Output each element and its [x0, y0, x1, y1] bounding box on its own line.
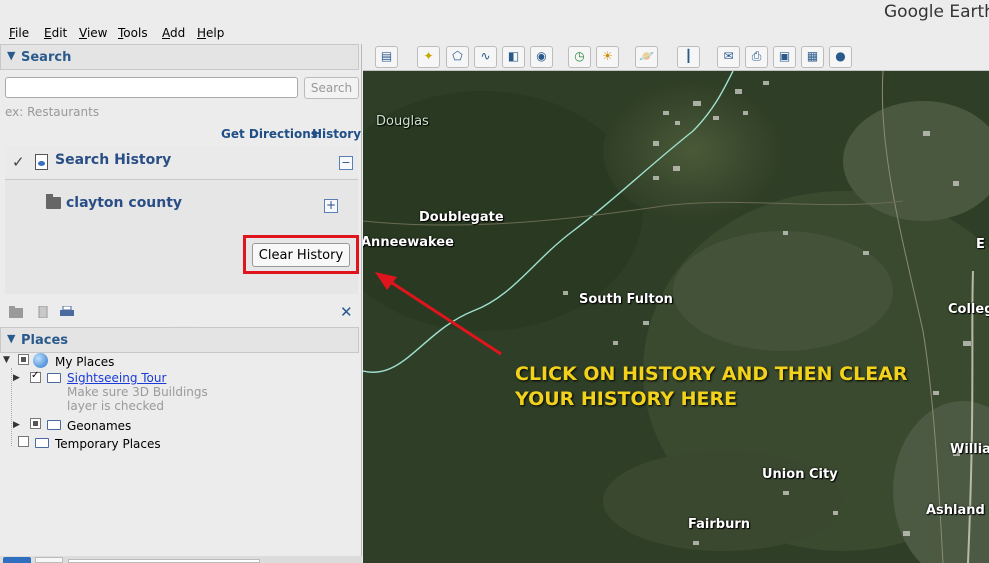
search-history-icon — [35, 154, 48, 170]
geonames-checkbox[interactable] — [30, 418, 41, 429]
annotation-line-2: YOUR HISTORY HERE — [515, 388, 738, 410]
search-input[interactable] — [5, 77, 298, 98]
search-history-title: Search History — [55, 152, 172, 168]
sightseeing-tour-checkbox[interactable] — [30, 370, 41, 383]
save-image-icon[interactable]: ▣ — [773, 46, 796, 68]
search-results-toolbar: ✕ — [0, 302, 359, 322]
main-toolbar: ▤ ✦ ⬠ ∿ ◧ ◉ ◷ ☀ 🪐 ┃ ✉ ⎙ ▣ ▦ ● — [363, 44, 989, 71]
sightseeing-note-line1: Make sure 3D Buildings — [67, 385, 208, 399]
earth-view-tab[interactable] — [3, 557, 31, 563]
folder-icon — [47, 420, 61, 430]
tree-collapsed-arrow-icon[interactable]: ▶ — [13, 420, 20, 430]
map-label-douglas: Douglas — [376, 114, 429, 129]
map-label-fairburn: Fairburn — [688, 517, 750, 532]
folder-icon — [47, 373, 61, 383]
polygon-icon[interactable]: ⬠ — [446, 46, 469, 68]
bottom-tabs-strip — [0, 556, 362, 563]
map-label-e: E — [976, 237, 985, 252]
close-icon[interactable]: ✕ — [340, 303, 353, 321]
planets-icon[interactable]: 🪐 — [635, 46, 658, 68]
image-overlay-icon[interactable]: ◧ — [502, 46, 525, 68]
map-view-tab[interactable] — [35, 557, 63, 563]
map-label-ashland-park: Ashland P — [926, 503, 989, 518]
history-link[interactable]: History — [312, 127, 361, 141]
earth-gallery-icon[interactable]: ● — [829, 46, 852, 68]
tree-collapsed-arrow-icon[interactable]: ▶ — [13, 373, 20, 383]
temporary-places-label[interactable]: Temporary Places — [55, 437, 161, 451]
collapse-minus-icon[interactable]: − — [339, 156, 353, 170]
collapse-triangle-icon[interactable]: ▼ — [7, 332, 15, 345]
sidebar-toggle-icon[interactable]: ▤ — [375, 46, 398, 68]
menu-help[interactable]: Help — [197, 26, 224, 40]
email-icon[interactable]: ✉ — [717, 46, 740, 68]
menu-file[interactable]: File — [9, 26, 29, 40]
map-label-william: Willian — [950, 442, 989, 457]
folder-icon — [46, 194, 61, 209]
places-panel-title: Places — [21, 333, 69, 348]
clear-history-button[interactable]: Clear History — [252, 243, 350, 267]
menu-tools[interactable]: Tools — [118, 26, 148, 40]
annotation-line-1: CLICK ON HISTORY AND THEN CLEAR — [515, 363, 908, 385]
checkmark-icon[interactable]: ✓ — [12, 153, 25, 171]
tree-expand-arrow-icon[interactable]: ▼ — [3, 355, 10, 365]
search-panel-header[interactable]: ▼ Search — [0, 44, 359, 70]
ruler-icon[interactable]: ┃ — [677, 46, 700, 68]
my-places-checkbox[interactable] — [18, 354, 29, 365]
collapse-triangle-icon[interactable]: ▼ — [7, 49, 15, 62]
layer-search-field[interactable] — [68, 559, 260, 563]
expand-plus-icon[interactable]: + — [324, 199, 338, 213]
menu-edit[interactable]: Edit — [44, 26, 67, 40]
tree-guide-line — [11, 368, 12, 446]
history-item-clayton-county[interactable]: clayton county — [66, 195, 182, 211]
sunlight-icon[interactable]: ☀ — [596, 46, 619, 68]
menu-view[interactable]: View — [79, 26, 107, 40]
copy-icon[interactable] — [36, 306, 50, 318]
map-label-doublegate: Doublegate — [419, 210, 504, 225]
search-panel-title: Search — [21, 50, 72, 65]
my-places-label[interactable]: My Places — [55, 355, 114, 369]
geonames-label[interactable]: Geonames — [67, 419, 131, 433]
places-panel-header[interactable]: ▼ Places — [0, 327, 359, 353]
left-sidebar: ▼ Search Search ex: Restaurants Get Dire… — [0, 44, 362, 563]
search-hint: ex: Restaurants — [5, 105, 100, 119]
map-view[interactable]: Douglas Doublegate Anneewakee South Fult… — [363, 71, 989, 563]
print-icon[interactable]: ⎙ — [745, 46, 768, 68]
search-button[interactable]: Search — [304, 77, 359, 99]
annotation-text: CLICK ON HISTORY AND THEN CLEAR YOUR HIS… — [515, 362, 908, 412]
sightseeing-tour-link[interactable]: Sightseeing Tour — [67, 371, 166, 385]
historical-imagery-icon[interactable]: ◷ — [568, 46, 591, 68]
folder-icon — [35, 438, 49, 448]
temporary-places-checkbox[interactable] — [18, 436, 29, 447]
sightseeing-note-line2: layer is checked — [67, 399, 165, 413]
map-label-union-city: Union City — [762, 467, 838, 482]
globe-icon — [33, 353, 48, 368]
map-label-anneewakee: Anneewakee — [363, 235, 454, 250]
satellite-imagery — [363, 71, 989, 563]
path-icon[interactable]: ∿ — [474, 46, 497, 68]
record-tour-icon[interactable]: ◉ — [530, 46, 553, 68]
google-maps-icon[interactable]: ▦ — [801, 46, 824, 68]
map-label-south-fulton: South Fulton — [579, 292, 673, 307]
add-folder-icon[interactable] — [9, 306, 23, 318]
placemark-icon[interactable]: ✦ — [417, 46, 440, 68]
map-label-college: Colleg — [948, 302, 989, 317]
app-title: Google Earth — [884, 2, 989, 22]
menu-bar: Google Earth File Edit View Tools Add He… — [0, 0, 989, 44]
print-icon[interactable] — [60, 306, 74, 318]
search-history-header: ✓ Search History − — [5, 146, 358, 180]
get-directions-link[interactable]: Get Directions — [221, 127, 318, 141]
menu-add[interactable]: Add — [162, 26, 185, 40]
